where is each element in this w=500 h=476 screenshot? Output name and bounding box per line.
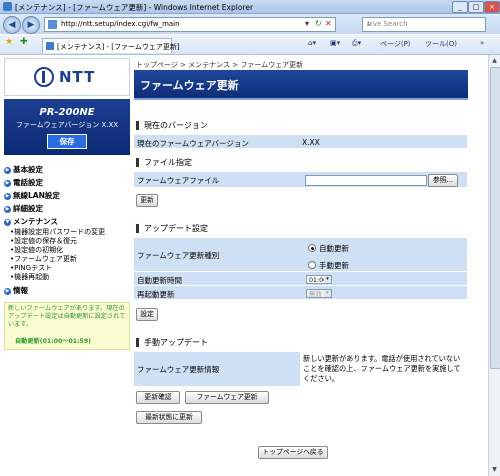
tools-menu[interactable]: ツール(O) bbox=[425, 39, 457, 49]
back-to-top-button[interactable]: トップページへ戻る bbox=[258, 446, 328, 459]
tab-firmware[interactable]: [メンテナンス] - [ファームウェア更新] bbox=[42, 38, 180, 53]
vertical-scrollbar[interactable]: ▲ ▼ bbox=[488, 55, 500, 476]
page-menu[interactable]: ページ(P) bbox=[380, 39, 411, 49]
home-icon[interactable]: ⌂▾ bbox=[308, 39, 316, 47]
favicon-icon bbox=[46, 42, 54, 50]
chevron-down-icon: ▾ bbox=[324, 276, 331, 283]
refresh-icon[interactable]: ↻ bbox=[315, 19, 322, 28]
close-icon[interactable]: × bbox=[484, 1, 500, 13]
update-time-label: 自動更新時間 bbox=[137, 276, 182, 285]
address-bar: ◀ ▶ http://ntt.setup/index.cgi/fw_main ▾… bbox=[0, 14, 500, 34]
section-update-settings: アップデート設定 bbox=[136, 224, 208, 233]
stop-icon[interactable]: ✕ bbox=[325, 19, 332, 28]
row-current-version: 現在のファームウェアバージョン X.XX bbox=[134, 135, 467, 149]
current-version-value: X.XX bbox=[302, 138, 320, 147]
ie-logo-icon bbox=[3, 2, 12, 11]
scroll-down-icon[interactable]: ▼ bbox=[490, 465, 499, 474]
update-info-box: 新しい更新があります。電話が使用されていないことを確認の上、ファームウェア更新を… bbox=[300, 352, 468, 386]
url-input[interactable]: http://ntt.setup/index.cgi/fw_main ▾ ↻ ✕ bbox=[44, 17, 336, 32]
back-icon[interactable]: ◀ bbox=[3, 16, 21, 34]
manual-update-option: 手動更新 bbox=[319, 261, 349, 270]
search-input[interactable]: Live Search ⌕ bbox=[362, 17, 486, 32]
notice-auto-update: 自動更新(01:00～01:59) bbox=[15, 338, 91, 345]
sidebar-item-info[interactable]: ▶ 情報 bbox=[4, 285, 28, 296]
minimize-icon[interactable]: _ bbox=[452, 1, 468, 13]
browse-button[interactable]: 参照... bbox=[428, 174, 458, 187]
sidebar-item-maintenance[interactable]: ▼ メンテナンス bbox=[4, 216, 58, 227]
feeds-icon[interactable]: ▣▾ bbox=[330, 39, 340, 47]
tab-label: [メンテナンス] - [ファームウェア更新] bbox=[57, 43, 180, 51]
radio-auto-update[interactable] bbox=[308, 244, 316, 252]
radio-manual-update[interactable] bbox=[308, 261, 316, 269]
arrow-icon: ▶ bbox=[4, 179, 11, 187]
section-manual-update: 手動アップデート bbox=[136, 338, 208, 347]
print-icon[interactable]: ⎙▾ bbox=[352, 39, 361, 48]
breadcrumb: トップページ > メンテナンス > ファームウェア更新 bbox=[136, 61, 304, 69]
check-update-button[interactable]: 更新確認 bbox=[136, 391, 180, 404]
page-title: ファームウェア更新 bbox=[140, 79, 239, 92]
refresh-latest-button[interactable]: 最新状態に更新 bbox=[136, 411, 202, 424]
brand-text: NTT bbox=[59, 68, 96, 86]
add-favorites-icon[interactable]: ✚ bbox=[20, 37, 28, 47]
arrow-icon: ▶ bbox=[4, 166, 11, 174]
firmware-update-button[interactable]: ファームウェア更新 bbox=[185, 391, 269, 404]
sidebar-subitem-reboot[interactable]: •機器再起動 bbox=[10, 272, 49, 282]
arrow-down-icon: ▼ bbox=[4, 218, 11, 226]
sidebar-item-phone[interactable]: ▶ 電話設定 bbox=[4, 177, 43, 188]
scroll-thumb[interactable] bbox=[490, 67, 500, 369]
update-button[interactable]: 更新 bbox=[136, 194, 158, 207]
sidebar-item-basic[interactable]: ▶ 基本設定 bbox=[4, 164, 43, 175]
restart-update-label: 再起動更新 bbox=[137, 290, 175, 299]
arrow-icon: ▶ bbox=[4, 192, 11, 200]
firmware-version-label: ファームウェアバージョン X.XX bbox=[15, 121, 119, 129]
forward-icon[interactable]: ▶ bbox=[22, 16, 40, 34]
search-icon[interactable]: ⌕ bbox=[367, 19, 482, 29]
sidebar-item-wireless[interactable]: ▶ 無線LAN設定 bbox=[4, 190, 60, 201]
tab-bar: ★ ✚ [メンテナンス] - [ファームウェア更新] ⌂▾ ▣▾ ⎙▾ ページ(… bbox=[0, 35, 500, 55]
set-button[interactable]: 設定 bbox=[136, 308, 158, 321]
section-file-spec: ファイル指定 bbox=[136, 158, 192, 167]
update-time-select[interactable]: 01:00 ▾ bbox=[306, 275, 332, 284]
page-viewport: NTT PR-200NE ファームウェアバージョン X.XX 保存 ▶ 基本設定 … bbox=[0, 55, 488, 476]
update-type-label: ファームウェア更新種別 bbox=[137, 251, 220, 260]
scroll-up-icon[interactable]: ▲ bbox=[490, 56, 499, 65]
arrow-icon: ▶ bbox=[4, 287, 11, 295]
auto-update-option: 自動更新 bbox=[319, 244, 349, 253]
more-icon[interactable]: » bbox=[480, 39, 484, 47]
restart-update-select[interactable]: 無効 ▾ bbox=[306, 289, 332, 298]
chevron-down-icon: ▾ bbox=[324, 290, 331, 297]
page-title-banner: ファームウェア更新 bbox=[134, 70, 468, 100]
favorites-star-icon[interactable]: ★ bbox=[5, 37, 13, 47]
update-info-text: 新しい更新があります。電話が使用されていないことを確認の上、ファームウェア更新を… bbox=[303, 354, 461, 383]
product-box: PR-200NE ファームウェアバージョン X.XX 保存 bbox=[4, 99, 130, 155]
save-button[interactable]: 保存 bbox=[47, 134, 87, 149]
arrow-icon: ▶ bbox=[4, 205, 11, 213]
sidebar-item-advanced[interactable]: ▶ 詳細設定 bbox=[4, 203, 43, 214]
firmware-file-label: ファームウェアファイル bbox=[137, 176, 220, 185]
url-text: http://ntt.setup/index.cgi/fw_main bbox=[61, 20, 180, 28]
notice-text: 新しいファームウェアがあります。現在のアップデート設定は自動更新に設定されていま… bbox=[8, 305, 126, 328]
window-title: [メンテナンス] - [ファームウェア更新] - Windows Interne… bbox=[15, 3, 254, 12]
model-name: PR-200NE bbox=[39, 107, 95, 118]
maximize-icon[interactable]: □ bbox=[468, 1, 484, 13]
page-icon bbox=[48, 20, 57, 29]
row-update-type: ファームウェア更新種別 bbox=[134, 238, 467, 272]
current-version-label: 現在のファームウェアバージョン bbox=[137, 139, 249, 148]
ntt-logo: NTT bbox=[4, 58, 130, 96]
dropdown-icon[interactable]: ▾ bbox=[305, 19, 309, 28]
row-restart-update: 再起動更新 bbox=[134, 286, 467, 300]
window-titlebar: [メンテナンス] - [ファームウェア更新] - Windows Interne… bbox=[0, 0, 500, 14]
section-current-version: 現在のバージョン bbox=[136, 121, 208, 130]
firmware-file-input[interactable] bbox=[305, 175, 427, 186]
update-info-label: ファームウェア更新情報 bbox=[137, 365, 220, 374]
ntt-mark-icon bbox=[34, 67, 54, 87]
firmware-notice: 新しいファームウェアがあります。現在のアップデート設定は自動更新に設定されていま… bbox=[4, 302, 130, 350]
row-update-time: 自動更新時間 bbox=[134, 272, 467, 286]
